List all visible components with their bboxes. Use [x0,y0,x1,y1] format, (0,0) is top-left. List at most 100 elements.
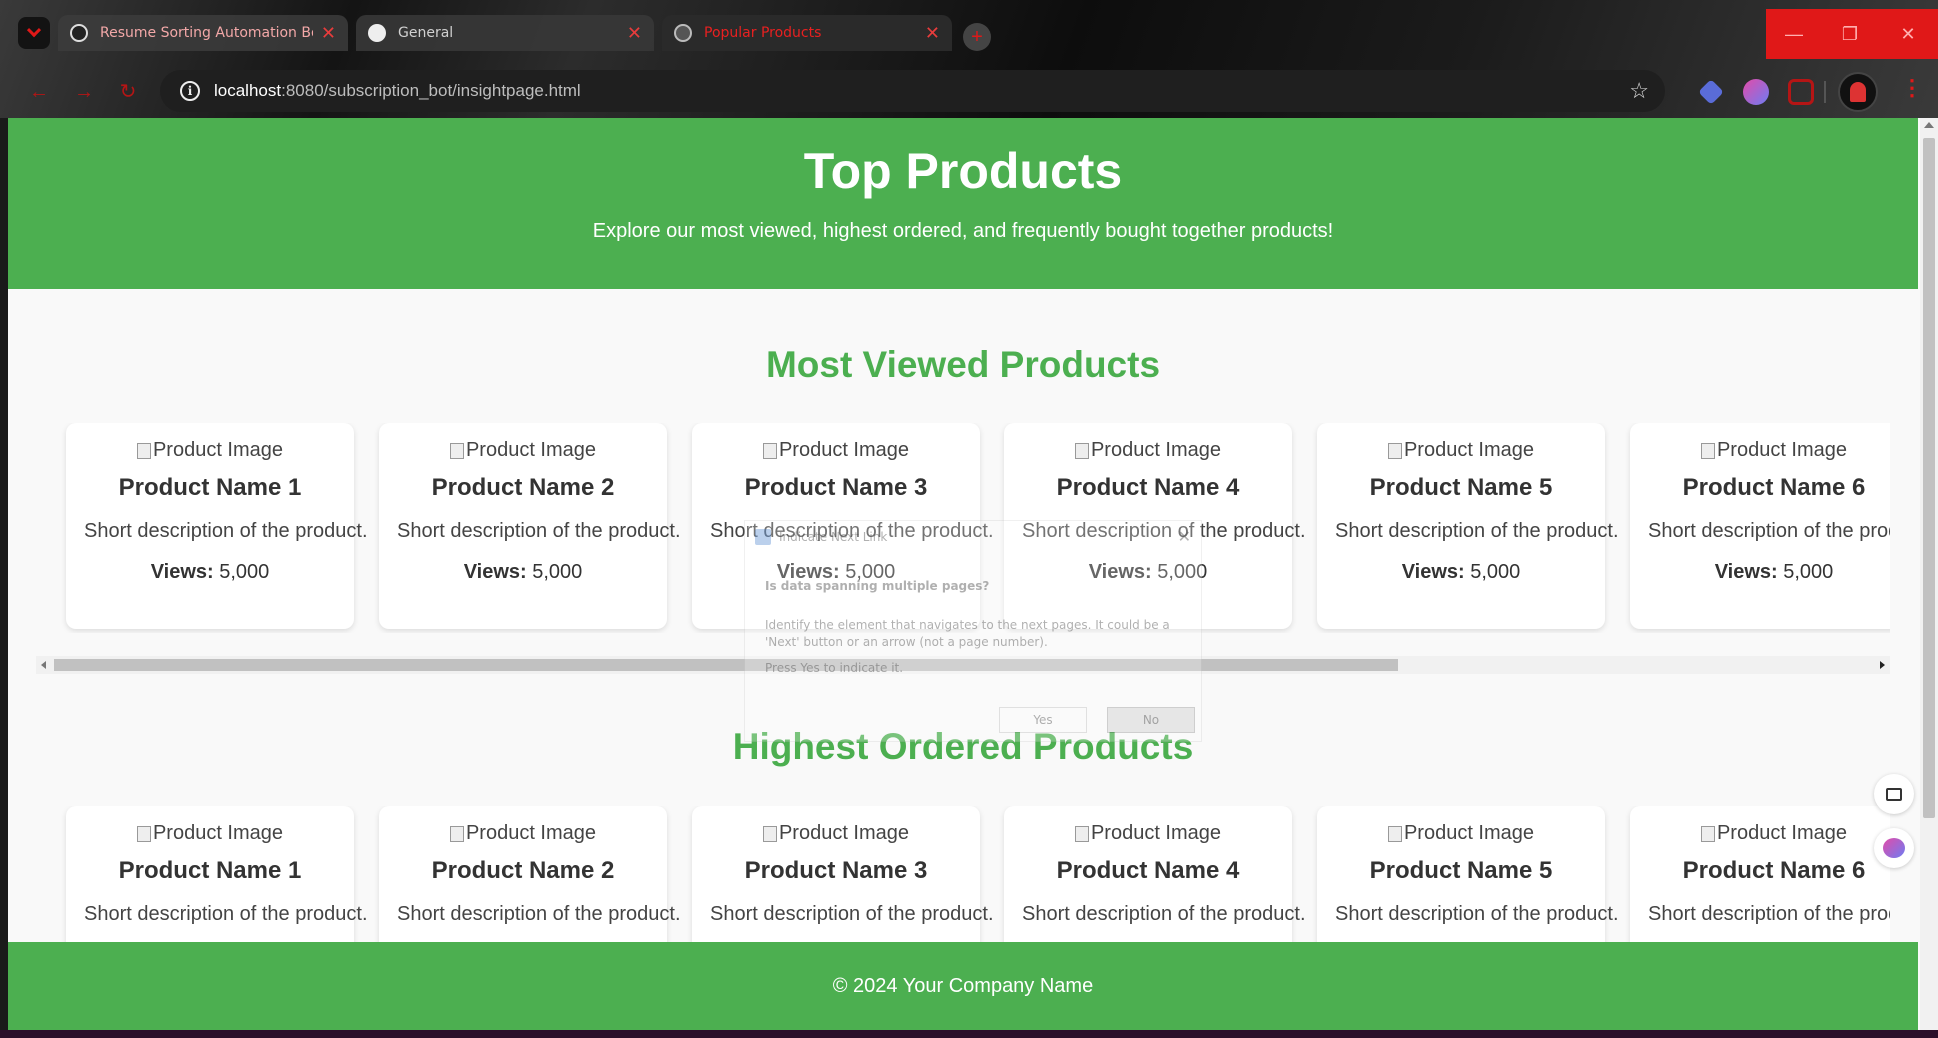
scroll-up-arrow-icon[interactable] [1924,122,1934,128]
product-description: Short description of the product. [1022,902,1306,925]
product-image: Product Image [1074,439,1221,462]
dialog-header: Indicate Next Link [755,529,887,545]
tab-resume-sorting[interactable]: Resume Sorting Automation Bo ✕ [58,15,348,51]
product-name: Product Name 5 [1369,473,1553,501]
product-description: Short description of the product. [1648,902,1890,925]
scrollbar-thumb[interactable] [1923,138,1935,818]
product-description: Short description of the product. [397,902,681,925]
product-description: Short description of the product. [84,519,368,542]
section-title-most-viewed: Most Viewed Products [765,344,1161,385]
toolbar-divider [1824,81,1826,103]
tab-search-button[interactable] [18,17,50,49]
product-description: Short description of the product. [1648,519,1890,542]
tab-close-icon[interactable]: ✕ [627,23,642,44]
back-button[interactable]: ← [26,79,52,105]
taskbar-strip [0,1030,1938,1038]
page-footer: © 2024 Your Company Name [8,942,1918,1030]
reload-button[interactable]: ↻ [115,79,141,105]
tab-close-icon[interactable]: ✕ [321,23,336,44]
url-host: localhost [214,81,282,100]
product-description: Short description of the product. [84,902,368,925]
product-name: Product Name 1 [118,856,302,884]
tab-label: General [398,25,454,41]
product-name: Product Name 5 [1369,856,1553,884]
extension-icon[interactable] [1698,79,1724,105]
product-image: Product Image [1700,822,1847,845]
product-card[interactable]: Product Image Product Name 6 Short descr… [1630,423,1890,629]
star-icon[interactable]: ☆ [1629,78,1649,104]
product-description: Short description of the product. [1335,902,1619,925]
book-icon [1886,787,1902,801]
tab-general[interactable]: General ✕ [356,15,654,51]
address-bar[interactable]: i localhost :8080/subscription_bot/insig… [160,70,1665,112]
dialog-close-icon[interactable]: ✕ [1178,527,1191,546]
page-subtitle: Explore our most viewed, highest ordered… [592,220,1334,242]
product-name: Product Name 4 [1056,473,1240,501]
product-views: Views: 5,000 [1714,560,1834,583]
product-description: Short description of the product. [397,519,681,542]
yes-button[interactable]: Yes [999,707,1087,733]
product-card[interactable]: Product Image Product Name 5 Short descr… [1317,423,1619,629]
product-name: Product Name 2 [431,856,615,884]
globe-icon [674,24,692,42]
product-name: Product Name 1 [118,473,302,501]
new-tab-button[interactable]: + [963,23,991,51]
puzzle-icon[interactable] [1788,79,1814,105]
no-button[interactable]: No [1107,707,1195,733]
product-image: Product Image [136,439,283,462]
profile-avatar[interactable] [1838,72,1878,112]
product-image: Product Image [1387,439,1534,462]
url-path: :8080/subscription_bot/insightpage.html [281,81,581,100]
assistant-button[interactable] [1874,828,1914,868]
product-description: Short description of the product. [1335,519,1619,542]
page-title: Top Products [803,143,1123,199]
more-vert-icon[interactable]: ⋮ [1901,75,1923,101]
forward-button[interactable]: → [71,79,97,105]
product-views: Views: 5,000 [150,560,270,583]
tab-label: Resume Sorting Automation Bo [100,25,313,41]
brain-icon [1883,838,1905,858]
product-image: Product Image [1387,822,1534,845]
browser-chrome: Resume Sorting Automation Bo ✕ General ✕… [0,0,1938,118]
product-card[interactable]: Product Image Product Name 2 Short descr… [379,423,681,629]
scroll-left-arrow-icon[interactable] [41,661,46,669]
github-icon [368,24,386,42]
product-views: Views: 5,000 [1401,560,1521,583]
close-window-button[interactable]: ✕ [1878,9,1938,59]
avatar-icon [1850,82,1866,102]
openai-icon [70,24,88,42]
product-name: Product Name 3 [744,856,928,884]
product-name: Product Name 2 [431,473,615,501]
tab-strip: Resume Sorting Automation Bo ✕ General ✕… [8,9,1938,59]
dialog-question: Is data spanning multiple pages? [765,579,990,593]
reading-mode-button[interactable] [1874,774,1914,814]
chevron-down-icon [26,23,42,38]
maximize-button[interactable]: ❐ [1822,9,1878,59]
tab-close-icon[interactable]: ✕ [925,23,940,44]
info-icon[interactable]: i [180,81,200,101]
product-views: Views: 5,000 [463,560,583,583]
vertical-scrollbar[interactable] [1920,118,1938,1030]
product-name: Product Name 3 [744,473,928,501]
product-image: Product Image [762,439,909,462]
product-description: Short description of the product. [710,902,994,925]
product-image: Product Image [449,822,596,845]
minimize-button[interactable]: — [1766,9,1822,59]
indicate-next-link-dialog: Indicate Next Link ✕ Is data spanning mu… [744,520,1202,742]
page-viewport: Top Products Explore our most viewed, hi… [8,118,1938,1030]
tab-label: Popular Products [704,25,822,41]
product-image: Product Image [449,439,596,462]
browser-toolbar: ← → ↻ i localhost :8080/subscription_bot… [8,67,1938,117]
app-icon [755,529,771,545]
brain-icon[interactable] [1743,79,1769,105]
product-name: Product Name 4 [1056,856,1240,884]
product-image: Product Image [136,822,283,845]
tab-popular-products[interactable]: Popular Products ✕ [662,15,952,51]
scroll-right-arrow-icon[interactable] [1880,661,1885,669]
page-header: Top Products Explore our most viewed, hi… [8,118,1918,289]
product-name: Product Name 6 [1682,856,1866,884]
dialog-body: Identify the element that navigates to t… [765,618,1170,675]
product-image: Product Image [1700,439,1847,462]
product-name: Product Name 6 [1682,473,1866,501]
product-card[interactable]: Product Image Product Name 1 Short descr… [66,423,368,629]
